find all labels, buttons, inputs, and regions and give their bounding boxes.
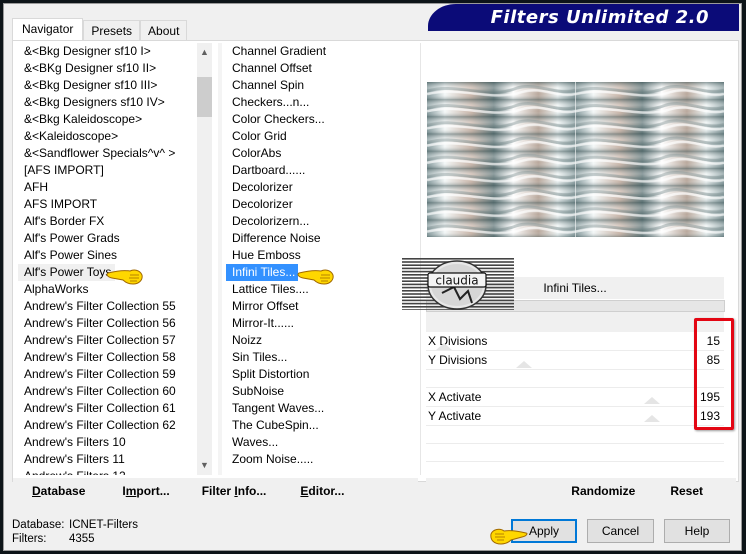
category-item[interactable]: Andrew's Filter Collection 58 xyxy=(18,349,194,366)
category-list[interactable]: &<Bkg Designer sf10 I> &<BKg Designer sf1… xyxy=(18,43,194,475)
filter-list[interactable]: Channel Gradient Channel Offset Channel Sp… xyxy=(226,43,414,475)
category-item[interactable]: Andrew's Filter Collection 60 xyxy=(18,383,194,400)
parameter-label: Y Divisions xyxy=(428,353,488,367)
filter-item[interactable]: Sin Tiles... xyxy=(226,349,414,366)
filter-item[interactable]: Mirror-It...... xyxy=(226,315,414,332)
filter-item[interactable]: SubNoise xyxy=(226,383,414,400)
slider-thumb[interactable] xyxy=(644,397,661,404)
scroll-up-icon[interactable]: ▲ xyxy=(197,45,212,60)
reset-button[interactable]: Reset xyxy=(670,484,703,498)
filter-item[interactable]: Waves... xyxy=(226,434,414,451)
randomize-button[interactable]: Randomize xyxy=(571,484,635,498)
database-button[interactable]: Database xyxy=(32,484,85,498)
param-header-band xyxy=(426,312,724,332)
category-item[interactable]: [AFS IMPORT] xyxy=(18,162,194,179)
pointing-hand-icon xyxy=(297,269,334,285)
category-item[interactable]: AFH xyxy=(18,179,194,196)
cancel-button[interactable]: Cancel xyxy=(587,519,654,543)
empty-parameter-row xyxy=(426,426,724,444)
tab-bar: Navigator Presets About xyxy=(12,18,188,41)
scrollbar-thumb[interactable] xyxy=(197,77,212,117)
scroll-down-icon[interactable]: ▼ xyxy=(197,458,212,473)
tab-about[interactable]: About xyxy=(140,20,188,41)
category-item[interactable]: &<Bkg Designers sf10 IV> xyxy=(18,94,194,111)
parameter-row[interactable]: Y Divisions 85 xyxy=(426,351,724,370)
filter-item[interactable]: Tangent Waves... xyxy=(226,400,414,417)
filter-item[interactable]: Split Distortion xyxy=(226,366,414,383)
filters-count-value: 4355 xyxy=(69,533,95,545)
filter-info-button[interactable]: Filter Info... xyxy=(202,484,267,498)
filters-count-label: Filters: xyxy=(12,533,47,545)
filter-item[interactable]: Color Checkers... xyxy=(226,111,414,128)
parameter-row[interactable]: X Activate 195 xyxy=(426,388,724,407)
category-item[interactable]: Andrew's Filter Collection 61 xyxy=(18,400,194,417)
parameter-label: X Activate xyxy=(428,390,482,404)
category-item[interactable]: Alf's Power Sines xyxy=(18,247,194,264)
category-item[interactable]: Andrew's Filter Collection 62 xyxy=(18,417,194,434)
import-button[interactable]: Import... xyxy=(122,484,169,498)
pointing-hand-icon xyxy=(490,528,528,545)
filter-item[interactable]: Noizz xyxy=(226,332,414,349)
parameter-label: Y Activate xyxy=(428,409,482,423)
empty-parameter-row xyxy=(426,444,724,462)
category-item[interactable]: Andrew's Filters 12 xyxy=(18,468,194,475)
filter-toolbar: Randomize Reset xyxy=(426,478,736,504)
filter-item[interactable]: Color Grid xyxy=(226,128,414,145)
filter-preview-image xyxy=(427,82,724,237)
filter-item[interactable]: Decolorizern... xyxy=(226,213,414,230)
filter-item[interactable]: Decolorizer xyxy=(226,179,414,196)
slider-thumb[interactable] xyxy=(644,415,661,422)
database-status-value: ICNET-Filters xyxy=(69,519,138,531)
filter-item[interactable]: Mirror Offset xyxy=(226,298,414,315)
category-item[interactable]: AFS IMPORT xyxy=(18,196,194,213)
filter-item[interactable]: The CubeSpin... xyxy=(226,417,414,434)
watermark-text: claudia xyxy=(435,274,478,288)
filter-item[interactable]: Channel Spin xyxy=(226,77,414,94)
tab-presets[interactable]: Presets xyxy=(83,20,141,41)
category-item[interactable]: Andrew's Filter Collection 59 xyxy=(18,366,194,383)
filter-item[interactable]: Decolorizer xyxy=(226,196,414,213)
filter-item[interactable]: Difference Noise xyxy=(226,230,414,247)
parameter-list: X Divisions 15 Y Divisions 85 X Activate 195 Y… xyxy=(426,332,724,462)
slider-thumb[interactable] xyxy=(516,361,533,368)
category-scrollbar[interactable]: ▲ ▼ xyxy=(197,43,212,475)
category-item[interactable]: Alf's Power Toys xyxy=(18,264,116,281)
category-item[interactable]: &<Kaleidoscope> xyxy=(18,128,194,145)
category-item[interactable]: Andrew's Filters 11 xyxy=(18,451,194,468)
category-item[interactable]: Alf's Power Grads xyxy=(18,230,194,247)
filter-item[interactable]: Infini Tiles... xyxy=(226,264,299,281)
filter-item[interactable]: Channel Offset xyxy=(226,60,414,77)
category-item[interactable]: Andrew's Filter Collection 55 xyxy=(18,298,194,315)
empty-parameter-row xyxy=(426,370,724,388)
parameter-row[interactable]: Y Activate 193 xyxy=(426,407,724,426)
category-item[interactable]: Alf's Border FX xyxy=(18,213,194,230)
filter-item[interactable]: Dartboard...... xyxy=(226,162,414,179)
filter-item[interactable]: Channel Gradient xyxy=(226,43,414,60)
tab-navigator[interactable]: Navigator xyxy=(12,18,84,41)
filter-item[interactable]: ColorAbs xyxy=(226,145,414,162)
status-area: Database: ICNET-Filters Filters: 4355 xyxy=(12,518,138,546)
filter-item[interactable]: Checkers...n... xyxy=(226,94,414,111)
list-divider xyxy=(218,43,222,475)
claudia-watermark-logo: claudia xyxy=(402,258,514,310)
category-item[interactable]: Andrew's Filter Collection 56 xyxy=(18,315,194,332)
navigator-toolbar: Database Import... Filter Info... Editor… xyxy=(13,478,418,504)
highlight-annotation-box xyxy=(694,318,734,430)
category-item[interactable]: Andrew's Filter Collection 57 xyxy=(18,332,194,349)
category-item[interactable]: &<BKg Designer sf10 II> xyxy=(18,60,194,77)
category-item[interactable]: Andrew's Filters 10 xyxy=(18,434,194,451)
editor-button[interactable]: Editor... xyxy=(300,484,344,498)
slider-thumb[interactable] xyxy=(435,343,452,350)
title-banner: Filters Unlimited 2.0 xyxy=(428,4,739,31)
category-item[interactable]: &<Bkg Designer sf10 I> xyxy=(18,43,194,60)
filter-item[interactable]: Hue Emboss xyxy=(226,247,414,264)
pointing-hand-icon xyxy=(106,269,143,285)
database-status-label: Database: xyxy=(12,519,65,531)
category-item[interactable]: &<Bkg Designer sf10 III> xyxy=(18,77,194,94)
category-item[interactable]: &<Sandflower Specials^v^ > xyxy=(18,145,194,162)
category-item[interactable]: &<Bkg Kaleidoscope> xyxy=(18,111,194,128)
help-button[interactable]: Help xyxy=(664,519,730,543)
filter-item[interactable]: Zoom Noise..... xyxy=(226,451,414,468)
parameter-row[interactable]: X Divisions 15 xyxy=(426,332,724,351)
